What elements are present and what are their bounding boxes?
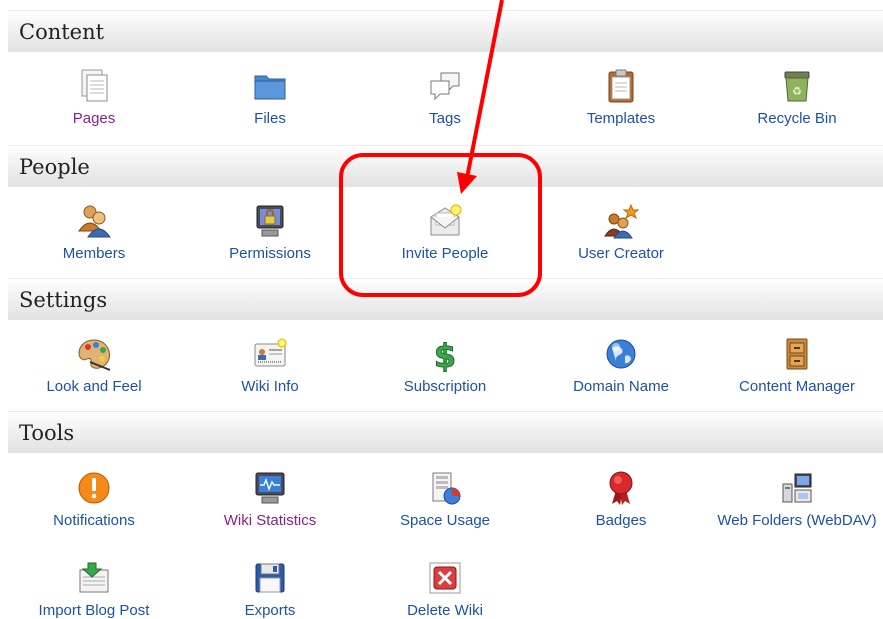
delete-wiki-link[interactable]: Delete Wiki: [365, 560, 525, 619]
svg-text:$: $: [434, 337, 456, 372]
content-manager-link[interactable]: Content Manager: [717, 336, 877, 395]
look-and-feel-label: Look and Feel: [46, 378, 142, 395]
recycle-bin-label: Recycle Bin: [757, 110, 837, 127]
delete-x-icon: [429, 562, 461, 594]
section-title: Settings: [19, 288, 108, 312]
folder-icon: [254, 75, 286, 100]
web-folders-label: Web Folders (WebDAV): [717, 512, 877, 529]
templates-link[interactable]: Templates: [541, 68, 701, 127]
user-creator-label: User Creator: [578, 245, 664, 262]
wiki-info-link[interactable]: Wiki Info: [190, 336, 350, 395]
members-label: Members: [62, 245, 126, 262]
dollar-icon: $: [433, 337, 456, 373]
pages-icon: [81, 69, 108, 102]
domain-name-label: Domain Name: [573, 378, 669, 395]
tags-link[interactable]: Tags: [365, 68, 525, 127]
pages-link[interactable]: Pages: [14, 68, 174, 127]
tags-icon: [430, 72, 460, 101]
section-header-people: People: [8, 145, 883, 187]
pages-label: Pages: [72, 110, 116, 127]
import-blog-post-label: Import Blog Post: [38, 602, 150, 619]
web-folders-link[interactable]: Web Folders (WebDAV): [717, 470, 877, 529]
lock-monitor-icon: [256, 205, 284, 237]
files-label: Files: [254, 110, 286, 127]
exports-label: Exports: [244, 602, 296, 619]
section-title: Tools: [19, 421, 75, 445]
user-creator-link[interactable]: User Creator: [541, 203, 701, 262]
user-creator-icon: [604, 203, 639, 239]
id-card-icon: [254, 338, 287, 367]
members-icon: [78, 205, 111, 238]
section-header-settings: Settings: [8, 278, 883, 320]
section-header-content: Content: [8, 10, 883, 52]
permissions-link[interactable]: Permissions: [190, 203, 350, 262]
space-usage-link[interactable]: Space Usage: [365, 470, 525, 529]
floppy-disk-icon: [255, 563, 285, 593]
alert-icon: [78, 472, 110, 504]
badge-ribbon-icon: [609, 471, 633, 505]
exports-link[interactable]: Exports: [190, 560, 350, 619]
section-title: People: [19, 155, 90, 179]
files-link[interactable]: Files: [190, 68, 350, 127]
import-blog-post-link[interactable]: Import Blog Post: [14, 560, 174, 619]
wiki-statistics-label: Wiki Statistics: [223, 512, 317, 529]
notifications-link[interactable]: Notifications: [14, 470, 174, 529]
domain-name-link[interactable]: Domain Name: [541, 336, 701, 395]
content-manager-label: Content Manager: [739, 378, 855, 395]
delete-wiki-label: Delete Wiki: [407, 602, 483, 619]
recycle-bin-icon: ♻: [784, 71, 810, 102]
svg-text:♻: ♻: [792, 85, 802, 98]
wiki-info-label: Wiki Info: [241, 378, 299, 395]
palette-icon: [78, 339, 111, 371]
envelope-icon: [430, 204, 462, 236]
look-and-feel-link[interactable]: Look and Feel: [14, 336, 174, 395]
members-link[interactable]: Members: [14, 203, 174, 262]
notifications-label: Notifications: [53, 512, 135, 529]
section-header-tools: Tools: [8, 411, 883, 453]
space-usage-label: Space Usage: [399, 512, 491, 529]
badges-link[interactable]: Badges: [541, 470, 701, 529]
space-usage-icon: [432, 472, 461, 505]
import-document-icon: [79, 562, 109, 593]
globe-icon: [606, 339, 636, 369]
tags-label: Tags: [429, 110, 461, 127]
recycle-bin-link[interactable]: ♻ Recycle Bin: [717, 68, 877, 127]
cabinet-icon: [786, 338, 808, 370]
subscription-link[interactable]: $ Subscription: [365, 336, 525, 396]
permissions-label: Permissions: [229, 245, 311, 262]
monitor-chart-icon: [255, 472, 285, 504]
clipboard-icon: [608, 69, 634, 103]
wiki-statistics-link[interactable]: Wiki Statistics: [190, 470, 350, 529]
subscription-label: Subscription: [403, 378, 487, 395]
network-computers-icon: [782, 473, 812, 503]
badges-label: Badges: [595, 512, 647, 529]
invite-people-link[interactable]: Invite People: [365, 203, 525, 262]
invite-people-label: Invite People: [401, 245, 489, 262]
section-title: Content: [19, 20, 105, 44]
templates-label: Templates: [586, 110, 656, 127]
